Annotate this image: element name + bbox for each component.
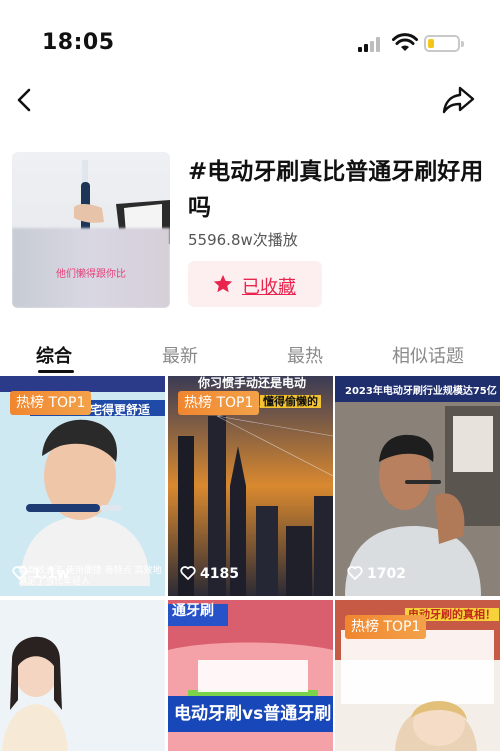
video-card[interactable]: 你习惯手动还是电动 懂得偷懒的 热榜 TOP1 4185 (168, 376, 333, 596)
video-card[interactable]: 通牙刷 电动牙刷vs普通牙刷 (168, 600, 333, 751)
card-banner: 宅得更舒适 (90, 403, 151, 417)
card-banner: 你习惯手动还是电动 (198, 376, 307, 390)
heart-icon (180, 566, 196, 580)
nav-bar (0, 80, 500, 120)
star-icon (213, 274, 233, 293)
like-count-value: 1.1w (32, 566, 70, 582)
battery-icon (424, 35, 464, 52)
topic-cover-image[interactable]: 他们懒得跟你比 (12, 152, 170, 308)
topic-title: #电动牙刷真比普通牙刷好用吗 (188, 159, 484, 221)
like-count-value: 1702 (367, 566, 406, 582)
video-card[interactable]: 宅得更舒适 热榜 TOP1 着高效清洁 使用便捷 等特点 高效地满足了当代年轻人… (0, 376, 165, 596)
heart-icon (12, 566, 28, 580)
collect-button[interactable]: 已收藏 (188, 261, 322, 307)
topic-header: 他们懒得跟你比 #电动牙刷真比普通牙刷好用吗 5596.8w次播放 已收藏 (0, 150, 500, 310)
play-count: 5596.8w次播放 (188, 231, 298, 249)
like-count: 1702 (347, 566, 406, 582)
collect-label: 已收藏 (242, 277, 296, 298)
status-time: 18:05 (42, 30, 115, 55)
video-card[interactable]: 2023年电动牙刷行业规模达75亿 1702 (335, 376, 500, 596)
topic-tabs: 综合 最新 最热 相似话题 (0, 334, 500, 374)
wifi-icon (392, 33, 418, 51)
active-tab-indicator (38, 370, 74, 373)
video-card[interactable]: 电动牙刷的真相！ 热榜 TOP1 (335, 600, 500, 751)
heart-icon (347, 566, 363, 580)
video-card[interactable] (0, 600, 165, 751)
card-banner: 通牙刷 (172, 603, 214, 619)
tab-comprehensive[interactable]: 综合 (36, 342, 72, 368)
tab-latest[interactable]: 最新 (162, 342, 198, 368)
card-banner: 2023年电动牙刷行业规模达75亿 (345, 386, 497, 397)
hot-badge: 热榜 TOP1 (10, 391, 92, 415)
like-count-value: 4185 (200, 566, 239, 582)
hot-badge: 热榜 TOP1 (345, 615, 427, 639)
hot-badge: 热榜 TOP1 (178, 391, 260, 415)
back-arrow-icon[interactable] (10, 84, 40, 116)
like-count: 4185 (180, 566, 239, 582)
status-bar: 18:05 (0, 0, 500, 80)
signal-icon (358, 36, 384, 52)
card-sub-banner: 懂得偷懒的 (260, 395, 321, 408)
card-caption: 电动牙刷vs普通牙刷 (174, 704, 332, 724)
cover-caption: 他们懒得跟你比 (56, 269, 126, 280)
share-icon[interactable] (440, 84, 476, 116)
like-count: 1.1w (12, 566, 70, 582)
tab-similar-topics[interactable]: 相似话题 (392, 342, 464, 368)
video-grid: 宅得更舒适 热榜 TOP1 着高效清洁 使用便捷 等特点 高效地满足了当代年轻人… (0, 376, 500, 751)
tab-hottest[interactable]: 最热 (287, 342, 323, 368)
